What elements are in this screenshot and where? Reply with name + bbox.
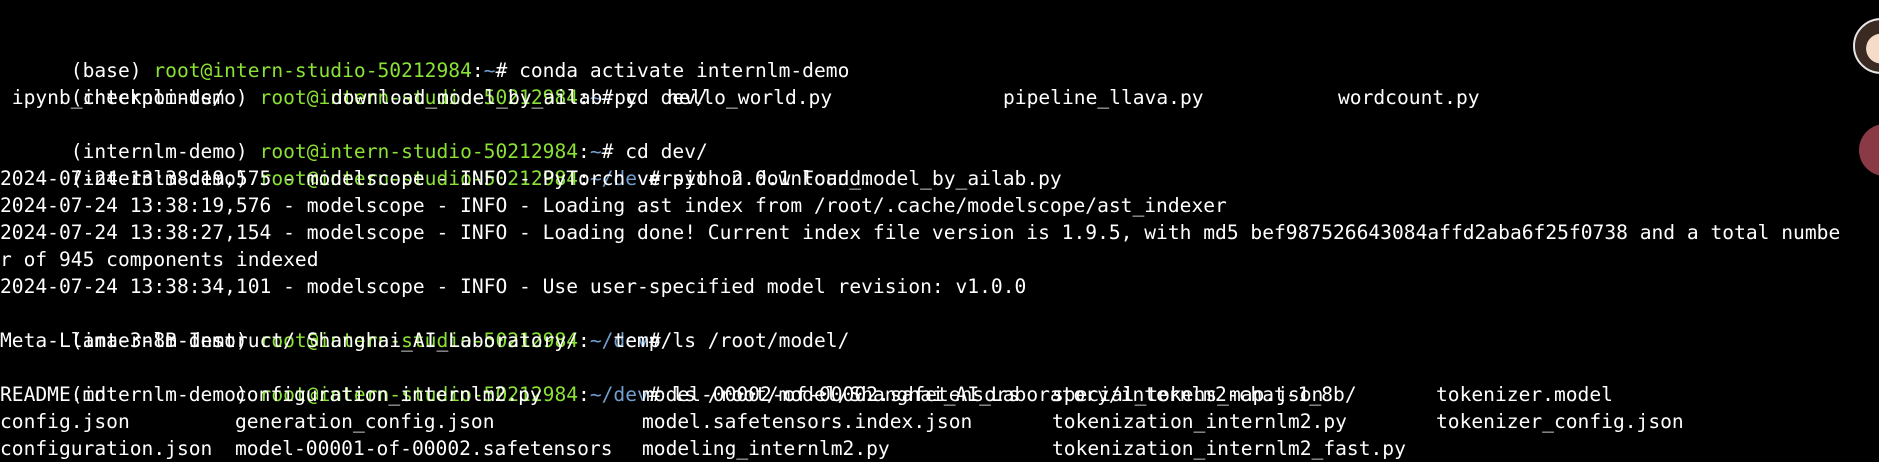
log-line: 2024-07-24 13:38:27,154 - modelscope - I… xyxy=(0,221,1841,244)
ls-entry: modeling_internlm2.py xyxy=(642,437,890,460)
ls-entry: model.safetensors.index.json xyxy=(642,410,973,433)
user-avatar-icon[interactable] xyxy=(1853,18,1879,74)
ls-entry: tokenization_internlm2.py xyxy=(1052,410,1347,433)
terminal-cursor[interactable] xyxy=(608,456,618,462)
ls-entry: configuration.json xyxy=(0,437,213,460)
command-text: ls /root/model/ xyxy=(672,329,850,352)
ls-entry: hello_world.py xyxy=(667,86,833,109)
log-line: 2024-07-24 13:38:34,101 - modelscope - I… xyxy=(0,275,1027,298)
ls-entry: download_model_by_ailab.py xyxy=(331,86,638,109)
ls-entry: pipeline_llava.py xyxy=(1003,86,1204,109)
ls-entry: model-00001-of-00002.safetensors xyxy=(235,437,613,460)
prompt-sep: : xyxy=(578,140,590,163)
prompt-hash: # xyxy=(495,59,520,82)
command-text: conda activate internlm-demo xyxy=(519,59,850,82)
prompt-user-host: root@intern-studio-50212984 xyxy=(259,140,579,163)
terminal-line: (base) root@intern-studio-50212984:~# co… xyxy=(0,30,1840,82)
prompt-sep: : xyxy=(471,59,484,82)
terminal-output: (base) root@intern-studio-50212984:~# co… xyxy=(0,30,1840,462)
terminal-window[interactable]: (base) root@intern-studio-50212984:~# co… xyxy=(0,0,1879,462)
ls-entry: tokenizer.model xyxy=(1436,383,1613,406)
ls-entry: model-00002-of-00002.safetensors xyxy=(642,383,1020,406)
ls-entry: special_tokens_map.json xyxy=(1052,383,1324,406)
ls-entry: tokenizer_config.json xyxy=(1436,410,1684,433)
ls-entry: tokenization_internlm2_fast.py xyxy=(1052,437,1406,460)
ls-entry: configuration_internlm2.py xyxy=(235,383,542,406)
prompt-hash: # xyxy=(601,140,626,163)
side-action-icon[interactable] xyxy=(1859,124,1879,176)
terminal-line: (internlm-demo) root@intern-studio-50212… xyxy=(0,111,1840,163)
prompt-path: ~ xyxy=(483,59,496,82)
log-line: r of 945 components indexed xyxy=(0,248,319,271)
log-line: 2024-07-24 13:38:19,576 - modelscope - I… xyxy=(0,194,1227,217)
ls-entry: ipynb_checkpoints/ xyxy=(0,86,225,109)
prompt-user-host: root@intern-studio-50212984 xyxy=(153,59,472,82)
command-text: cd dev/ xyxy=(625,140,708,163)
terminal-line: (internlm-demo) root@intern-studio-50212… xyxy=(0,354,1840,406)
ls-output-row: Meta-Llama-3-8B-Instruct/ Shanghai_AI_La… xyxy=(0,329,673,352)
ls-output-row: README.md configuration_internlm2.py mod… xyxy=(0,381,1840,408)
env-name: (base) xyxy=(70,59,154,82)
ls-output-row: ipynb_checkpoints/ download_model_by_ail… xyxy=(0,84,1840,111)
ls-entry: README.md xyxy=(0,383,107,406)
ls-output-row: configuration.json model-00001-of-00002.… xyxy=(0,435,1840,462)
ls-entry: generation_config.json xyxy=(235,410,495,433)
terminal-line: (internlm-demo) root@intern-studio-50212… xyxy=(0,300,1840,352)
prompt-path: ~ xyxy=(589,140,602,163)
env-name: (internlm-demo) xyxy=(70,140,260,163)
ls-entry: config.json xyxy=(0,410,130,433)
ls-entry: wordcount.py xyxy=(1338,86,1480,109)
ls-output-row: config.json generation_config.json model… xyxy=(0,408,1840,435)
